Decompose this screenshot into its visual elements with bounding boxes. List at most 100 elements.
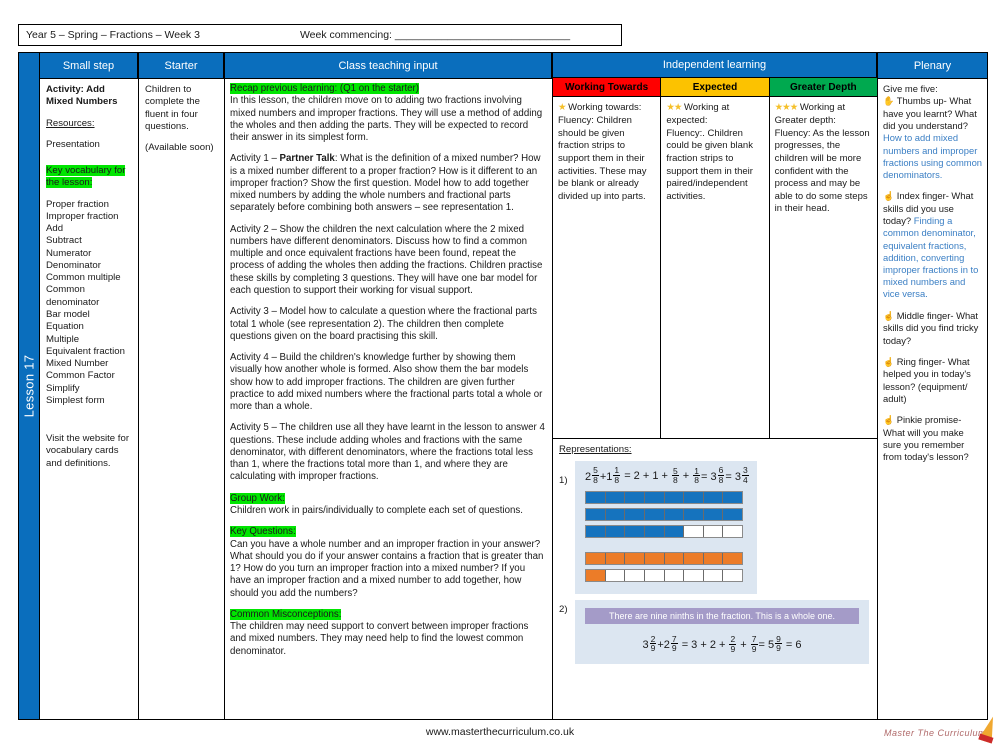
column-starter: Starter Children to complete the fluent … (139, 53, 225, 719)
header-independent-learning: Independent learning (553, 53, 877, 79)
fraction-bar-cell (723, 491, 742, 503)
vocab-item: Equivalent fraction (46, 345, 125, 357)
fraction-bar-cell (625, 552, 645, 564)
star-rating-3: ★★★ (774, 102, 799, 114)
fraction-bar-cell (684, 569, 704, 581)
vocab-item: Simplest form (46, 394, 105, 406)
representation-1: 1) 2 5 8 +1 1 8 = 2 + 1 + 58 + 18 = 368 = 334 (559, 461, 871, 594)
plenary-body: Give me five: ✋ Thumbs up- What have you… (878, 79, 987, 719)
lesson-number-spine: Lesson 17 (19, 53, 40, 719)
fraction-bar-cell (703, 491, 724, 503)
fraction-bar-cell (723, 569, 742, 581)
fraction-bar (585, 507, 743, 521)
fraction-bar-cell (723, 552, 742, 564)
resource-presentation: Presentation (46, 138, 100, 150)
vocabulary-list: Proper fraction Improper fraction Add Su… (46, 199, 133, 408)
group-work-text: Children work in pairs/individually to c… (230, 504, 523, 516)
subcolumn-working-towards: Working Towards ★ Working towards: Fluen… (553, 78, 662, 439)
activity-title: Activity: Add Mixed Numbers (46, 84, 118, 108)
header-plenary: Plenary (878, 53, 987, 79)
vocab-item: Equation (46, 321, 84, 333)
fraction-bar-cell (684, 525, 704, 537)
plenary-question: Pinkie promise- What will you make sure … (883, 414, 969, 463)
fraction-bar-cell (644, 552, 665, 564)
activity-2: Activity 2 – Show the children the next … (230, 223, 543, 296)
vocab-item: Improper fraction (46, 210, 119, 222)
lesson-number-label: Lesson 17 (21, 354, 37, 418)
key-vocabulary-heading: Key vocabulary for the lesson: (46, 165, 126, 189)
vocab-item: Numerator (46, 247, 92, 259)
fraction-bar-cell (703, 525, 724, 537)
representations-heading: Representations: (559, 444, 632, 456)
hand-icon: ✋ (883, 96, 897, 107)
lesson-plan-page: Year 5 – Spring – Fractions – Week 3 Wee… (0, 0, 1000, 750)
hand-icon: ☝ (883, 356, 897, 367)
fraction-bar-cell (664, 569, 685, 581)
fraction-bar-cell (664, 491, 685, 503)
plenary-question: Middle finger- What skills did you find … (883, 309, 979, 346)
teaching-body: Recap previous learning: (Q1 on the star… (225, 79, 552, 719)
plenary-intro: Give me five: (883, 83, 938, 94)
vocab-item: Common denominator (46, 284, 100, 308)
fraction-bar-cell (703, 552, 724, 564)
representation-2-equation: 3 2 9 +2 7 9 = 3 + 2 + 29 + 79 = 599 = 6 (642, 633, 802, 654)
subcolumn-greater-depth: Greater Depth ★★★ Working at Greater dep… (769, 78, 877, 438)
fraction-bar-cell (605, 552, 626, 564)
greater-depth-text: Fluency: As the lesson progresses, the c… (774, 127, 870, 215)
plenary-question: Thumbs up- What have you learnt? What di… (883, 95, 977, 132)
key-questions-block: Key Questions: Can you have a whole numb… (230, 526, 546, 600)
misconceptions-text: The children may need support to convert… (230, 621, 529, 657)
starter-text: Children to complete the fluent in four … (145, 84, 200, 132)
group-work-heading: Group Work: (230, 492, 285, 504)
recap-heading: Recap previous learning: (Q1 on the star… (230, 83, 420, 94)
representation-2-panel: There are nine ninths in the fraction. T… (575, 599, 869, 665)
fraction-bar-cell (703, 569, 724, 581)
vocab-item: Proper fraction (46, 198, 109, 210)
fraction-bar-cell (586, 491, 606, 503)
fraction-bar-cell (684, 552, 704, 564)
fraction-bar (585, 490, 743, 504)
activity-5: Activity 5 – The children use all they h… (230, 422, 545, 483)
fraction-bar-cell (625, 569, 645, 581)
fraction-bar-cell (684, 491, 704, 503)
representation-2-number: 2) (559, 603, 568, 615)
activity-1: Activity 1 – Partner Talk: What is the d… (230, 153, 541, 214)
fraction-bar-cell (586, 569, 606, 581)
fraction-bar-cell (605, 491, 626, 503)
footer-website[interactable]: www.masterthecurriculum.co.uk (0, 726, 1000, 738)
plenary-question: Ring finger- What helped you in today's … (883, 355, 971, 404)
fraction-bar-cell (664, 552, 685, 564)
misconceptions-heading: Common Misconceptions: (230, 608, 342, 620)
website-note: Visit the website for vocabulary cards a… (46, 433, 130, 469)
fraction-bar-cell (625, 491, 645, 503)
header-working-towards: Working Towards (553, 78, 661, 98)
representation-2: 2) There are nine ninths in the fraction… (559, 599, 871, 665)
column-plenary: Plenary Give me five: ✋ Thumbs up- What … (878, 53, 987, 719)
brand-logo-text: Master The Curriculum (883, 728, 986, 738)
plenary-item: ☝ Middle finger- What skills did you fin… (883, 310, 982, 347)
plenary-item-list: ✋ Thumbs up- What have you learnt? What … (883, 95, 982, 463)
representation-1-number: 1) (559, 475, 568, 487)
star-rating-2: ★★ (666, 102, 682, 114)
fraction-bar-cell (605, 508, 626, 520)
recap-text: In this lesson, the children move on to … (230, 95, 543, 144)
fraction-bar-cell (605, 569, 626, 581)
plenary-item: ✋ Thumbs up- What have you learnt? What … (883, 95, 982, 181)
fraction-bar-cell (605, 525, 626, 537)
group-work-block: Group Work: Children work in pairs/indiv… (230, 492, 546, 518)
column-independent-learning: Independent learning Working Towards ★ W… (553, 53, 878, 719)
fraction-bar-cell (586, 552, 606, 564)
activity-3: Activity 3 – Model how to calculate a qu… (230, 306, 537, 342)
plenary-item: ☝ Ring finger- What helped you in today'… (883, 356, 982, 405)
fraction-bar (585, 568, 743, 582)
fraction-bar-cell (664, 508, 685, 520)
star-rating-1: ★ (558, 102, 566, 114)
vocab-item: Mixed Number (46, 358, 109, 370)
fraction-bar-cell (644, 491, 665, 503)
vocab-item: Common Factor (46, 370, 115, 382)
hand-icon: ☝ (883, 191, 897, 202)
fraction-bar-models (585, 490, 747, 582)
fraction-bar-cell (625, 525, 645, 537)
fraction-bar-cell (644, 525, 665, 537)
activity-1-bold: Partner Talk (279, 153, 335, 165)
